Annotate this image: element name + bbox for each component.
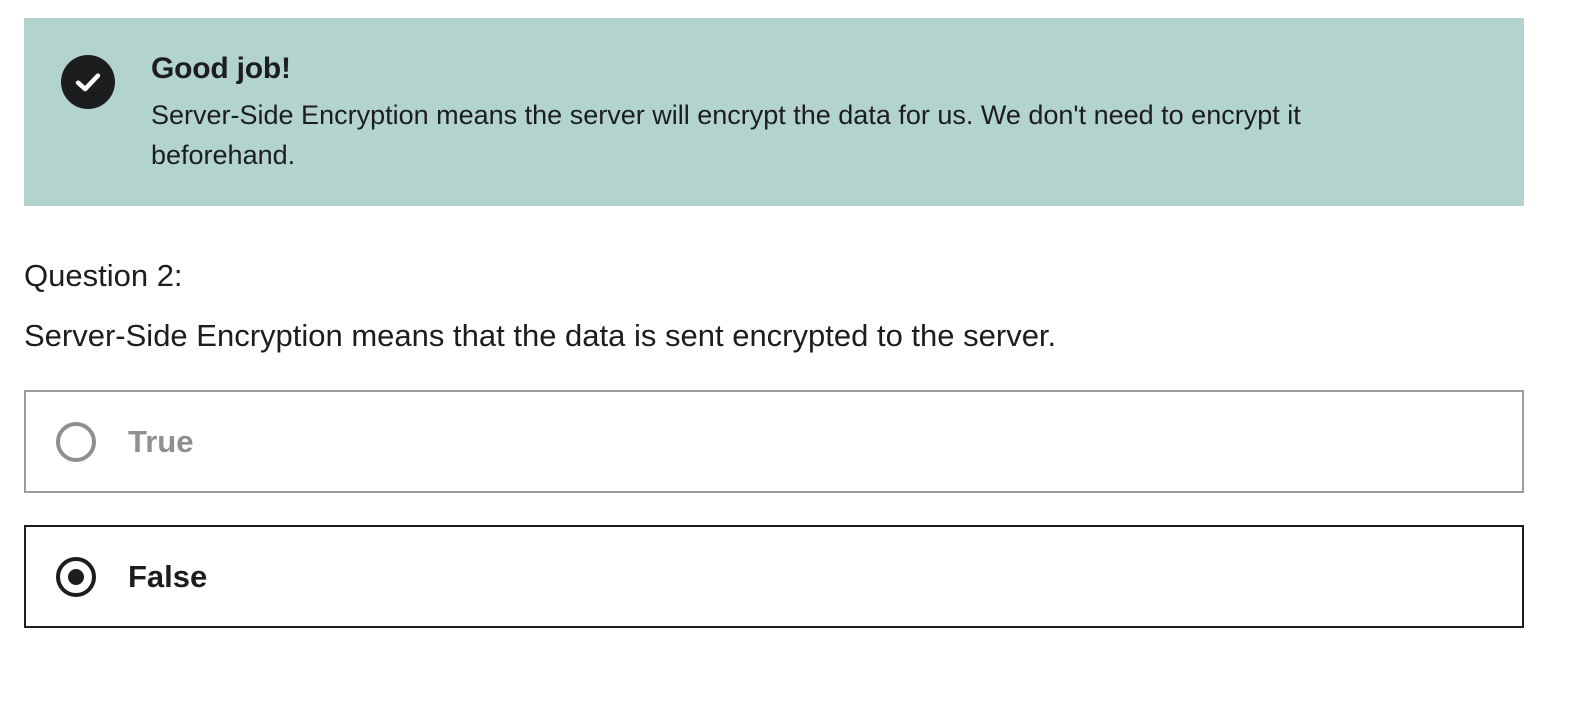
question-number: Question 2:: [24, 258, 183, 293]
check-circle-icon: [61, 55, 115, 109]
feedback-text: Server-Side Encryption means the server …: [151, 100, 1301, 170]
radio-checked-icon[interactable]: [56, 557, 96, 597]
question-prompt: Server-Side Encryption means that the da…: [24, 318, 1057, 353]
radio-dot: [68, 569, 84, 585]
feedback-banner: Good job! Server-Side Encryption means t…: [24, 18, 1524, 206]
feedback-title: Good job!: [151, 52, 291, 85]
answer-option-label: False: [128, 559, 208, 594]
radio-unchecked-icon[interactable]: [56, 422, 96, 462]
answer-option-true[interactable]: True: [24, 390, 1524, 493]
answer-option-label: True: [128, 424, 194, 459]
answer-option-false[interactable]: False: [24, 525, 1524, 628]
